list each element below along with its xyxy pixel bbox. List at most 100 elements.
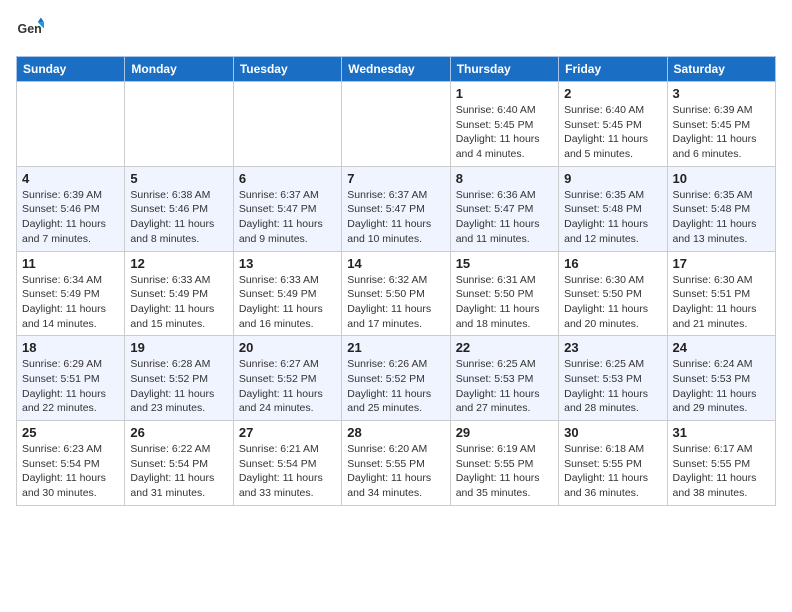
calendar-cell: 17 Sunrise: 6:30 AM Sunset: 5:51 PM Dayli… — [667, 251, 775, 336]
day-info: Sunrise: 6:35 AM Sunset: 5:48 PM Dayligh… — [564, 188, 661, 247]
day-of-week-header: Sunday — [17, 57, 125, 82]
calendar-cell: 29 Sunrise: 6:19 AM Sunset: 5:55 PM Dayli… — [450, 421, 558, 506]
day-info: Sunrise: 6:32 AM Sunset: 5:50 PM Dayligh… — [347, 273, 444, 332]
day-info: Sunrise: 6:37 AM Sunset: 5:47 PM Dayligh… — [239, 188, 336, 247]
day-info: Sunrise: 6:26 AM Sunset: 5:52 PM Dayligh… — [347, 357, 444, 416]
day-number: 9 — [564, 171, 661, 186]
day-info: Sunrise: 6:21 AM Sunset: 5:54 PM Dayligh… — [239, 442, 336, 501]
calendar-cell: 20 Sunrise: 6:27 AM Sunset: 5:52 PM Dayli… — [233, 336, 341, 421]
day-number: 25 — [22, 425, 119, 440]
calendar-cell — [342, 82, 450, 167]
calendar-cell: 23 Sunrise: 6:25 AM Sunset: 5:53 PM Dayli… — [559, 336, 667, 421]
day-info: Sunrise: 6:34 AM Sunset: 5:49 PM Dayligh… — [22, 273, 119, 332]
day-number: 14 — [347, 256, 444, 271]
calendar-cell: 7 Sunrise: 6:37 AM Sunset: 5:47 PM Daylig… — [342, 166, 450, 251]
calendar-cell: 18 Sunrise: 6:29 AM Sunset: 5:51 PM Dayli… — [17, 336, 125, 421]
day-info: Sunrise: 6:37 AM Sunset: 5:47 PM Dayligh… — [347, 188, 444, 247]
calendar-cell: 31 Sunrise: 6:17 AM Sunset: 5:55 PM Dayli… — [667, 421, 775, 506]
day-info: Sunrise: 6:18 AM Sunset: 5:55 PM Dayligh… — [564, 442, 661, 501]
calendar-cell: 27 Sunrise: 6:21 AM Sunset: 5:54 PM Dayli… — [233, 421, 341, 506]
calendar-cell: 6Sunrise: 6:37 AM Sunset: 5:47 PM Daylig… — [233, 166, 341, 251]
calendar-week-row: 25 Sunrise: 6:23 AM Sunset: 5:54 PM Dayli… — [17, 421, 776, 506]
day-info: Sunrise: 6:30 AM Sunset: 5:50 PM Dayligh… — [564, 273, 661, 332]
calendar-cell: 2Sunrise: 6:40 AM Sunset: 5:45 PM Daylig… — [559, 82, 667, 167]
day-number: 19 — [130, 340, 227, 355]
calendar-cell: 24 Sunrise: 6:24 AM Sunset: 5:53 PM Dayli… — [667, 336, 775, 421]
calendar-cell: 8 Sunrise: 6:36 AM Sunset: 5:47 PM Daylig… — [450, 166, 558, 251]
day-info: Sunrise: 6:25 AM Sunset: 5:53 PM Dayligh… — [456, 357, 553, 416]
day-number: 15 — [456, 256, 553, 271]
calendar-cell: 5 Sunrise: 6:38 AM Sunset: 5:46 PM Daylig… — [125, 166, 233, 251]
calendar-table: SundayMondayTuesdayWednesdayThursdayFrid… — [16, 56, 776, 506]
calendar-cell: 11 Sunrise: 6:34 AM Sunset: 5:49 PM Dayli… — [17, 251, 125, 336]
calendar-cell: 4Sunrise: 6:39 AM Sunset: 5:46 PM Daylig… — [17, 166, 125, 251]
day-info: Sunrise: 6:22 AM Sunset: 5:54 PM Dayligh… — [130, 442, 227, 501]
page-header: Gen — [16, 16, 776, 44]
calendar-week-row: 11 Sunrise: 6:34 AM Sunset: 5:49 PM Dayli… — [17, 251, 776, 336]
day-number: 29 — [456, 425, 553, 440]
day-info: Sunrise: 6:40 AM Sunset: 5:45 PM Dayligh… — [456, 103, 553, 162]
day-number: 7 — [347, 171, 444, 186]
day-info: Sunrise: 6:23 AM Sunset: 5:54 PM Dayligh… — [22, 442, 119, 501]
day-info: Sunrise: 6:25 AM Sunset: 5:53 PM Dayligh… — [564, 357, 661, 416]
calendar-cell: 12 Sunrise: 6:33 AM Sunset: 5:49 PM Dayli… — [125, 251, 233, 336]
day-number: 23 — [564, 340, 661, 355]
logo-icon: Gen — [16, 16, 44, 44]
day-number: 28 — [347, 425, 444, 440]
day-number: 11 — [22, 256, 119, 271]
day-info: Sunrise: 6:40 AM Sunset: 5:45 PM Dayligh… — [564, 103, 661, 162]
calendar-cell: 13Sunrise: 6:33 AM Sunset: 5:49 PM Dayli… — [233, 251, 341, 336]
day-of-week-header: Tuesday — [233, 57, 341, 82]
day-info: Sunrise: 6:28 AM Sunset: 5:52 PM Dayligh… — [130, 357, 227, 416]
day-of-week-header: Wednesday — [342, 57, 450, 82]
day-number: 24 — [673, 340, 770, 355]
calendar-cell: 3Sunrise: 6:39 AM Sunset: 5:45 PM Daylig… — [667, 82, 775, 167]
day-info: Sunrise: 6:36 AM Sunset: 5:47 PM Dayligh… — [456, 188, 553, 247]
day-number: 10 — [673, 171, 770, 186]
day-info: Sunrise: 6:20 AM Sunset: 5:55 PM Dayligh… — [347, 442, 444, 501]
day-number: 12 — [130, 256, 227, 271]
day-number: 5 — [130, 171, 227, 186]
day-number: 16 — [564, 256, 661, 271]
calendar-cell: 26 Sunrise: 6:22 AM Sunset: 5:54 PM Dayli… — [125, 421, 233, 506]
day-info: Sunrise: 6:33 AM Sunset: 5:49 PM Dayligh… — [130, 273, 227, 332]
day-number: 1 — [456, 86, 553, 101]
day-info: Sunrise: 6:35 AM Sunset: 5:48 PM Dayligh… — [673, 188, 770, 247]
day-number: 22 — [456, 340, 553, 355]
day-info: Sunrise: 6:38 AM Sunset: 5:46 PM Dayligh… — [130, 188, 227, 247]
day-number: 27 — [239, 425, 336, 440]
day-of-week-header: Monday — [125, 57, 233, 82]
day-number: 8 — [456, 171, 553, 186]
calendar-cell — [125, 82, 233, 167]
day-info: Sunrise: 6:19 AM Sunset: 5:55 PM Dayligh… — [456, 442, 553, 501]
day-number: 26 — [130, 425, 227, 440]
calendar-cell: 9 Sunrise: 6:35 AM Sunset: 5:48 PM Daylig… — [559, 166, 667, 251]
day-number: 31 — [673, 425, 770, 440]
day-info: Sunrise: 6:33 AM Sunset: 5:49 PM Dayligh… — [239, 273, 336, 332]
calendar-cell: 25 Sunrise: 6:23 AM Sunset: 5:54 PM Dayli… — [17, 421, 125, 506]
day-number: 21 — [347, 340, 444, 355]
day-number: 18 — [22, 340, 119, 355]
day-of-week-header: Friday — [559, 57, 667, 82]
day-info: Sunrise: 6:31 AM Sunset: 5:50 PM Dayligh… — [456, 273, 553, 332]
day-of-week-header: Thursday — [450, 57, 558, 82]
day-info: Sunrise: 6:24 AM Sunset: 5:53 PM Dayligh… — [673, 357, 770, 416]
calendar-cell: 19 Sunrise: 6:28 AM Sunset: 5:52 PM Dayli… — [125, 336, 233, 421]
calendar-week-row: 18 Sunrise: 6:29 AM Sunset: 5:51 PM Dayli… — [17, 336, 776, 421]
day-number: 17 — [673, 256, 770, 271]
calendar-cell: 28 Sunrise: 6:20 AM Sunset: 5:55 PM Dayli… — [342, 421, 450, 506]
day-number: 4 — [22, 171, 119, 186]
calendar-cell: 14 Sunrise: 6:32 AM Sunset: 5:50 PM Dayli… — [342, 251, 450, 336]
day-info: Sunrise: 6:27 AM Sunset: 5:52 PM Dayligh… — [239, 357, 336, 416]
calendar-cell — [233, 82, 341, 167]
calendar-cell: 22 Sunrise: 6:25 AM Sunset: 5:53 PM Dayli… — [450, 336, 558, 421]
day-number: 20 — [239, 340, 336, 355]
day-info: Sunrise: 6:17 AM Sunset: 5:55 PM Dayligh… — [673, 442, 770, 501]
calendar-cell: 30Sunrise: 6:18 AM Sunset: 5:55 PM Dayli… — [559, 421, 667, 506]
day-info: Sunrise: 6:30 AM Sunset: 5:51 PM Dayligh… — [673, 273, 770, 332]
calendar-cell: 21 Sunrise: 6:26 AM Sunset: 5:52 PM Dayli… — [342, 336, 450, 421]
svg-text:Gen: Gen — [18, 22, 42, 36]
calendar-cell: 10 Sunrise: 6:35 AM Sunset: 5:48 PM Dayli… — [667, 166, 775, 251]
day-info: Sunrise: 6:29 AM Sunset: 5:51 PM Dayligh… — [22, 357, 119, 416]
day-info: Sunrise: 6:39 AM Sunset: 5:45 PM Dayligh… — [673, 103, 770, 162]
